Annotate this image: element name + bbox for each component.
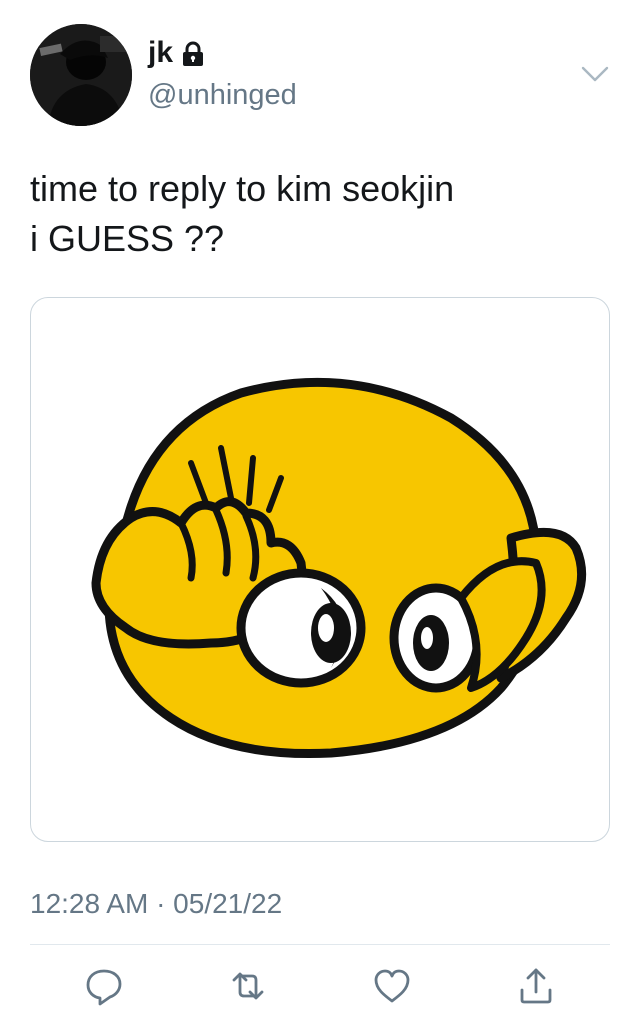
reply-icon: [86, 969, 122, 1006]
tweet-media[interactable]: [30, 297, 610, 842]
tweet-text-line-2: i GUESS ??: [30, 218, 225, 259]
tweet-timestamp[interactable]: 12:28 AM · 05/21/22: [30, 884, 282, 924]
tweet-header: jk @unhinged: [30, 24, 610, 128]
avatar[interactable]: [30, 24, 132, 126]
author-name-row: jk: [148, 36, 205, 70]
like-button[interactable]: [370, 964, 414, 1008]
tweet-text-line-1: time to reply to kim seokjin: [30, 168, 455, 209]
reply-button[interactable]: [82, 964, 126, 1008]
share-icon: [520, 968, 552, 1004]
chevron-down-icon[interactable]: [580, 62, 610, 86]
tweet-text: time to reply to kim seokjin i GUESS ??: [30, 164, 610, 264]
divider: [30, 944, 610, 945]
retweet-icon: [232, 972, 264, 1000]
heart-icon: [374, 969, 410, 1003]
author-handle[interactable]: @unhinged: [148, 78, 297, 112]
retweet-button[interactable]: [226, 964, 270, 1008]
covering-face-emoji: [91, 377, 587, 759]
tweet-actions: [30, 964, 610, 1012]
lock-icon: [183, 41, 204, 66]
share-button[interactable]: [514, 964, 558, 1008]
author-display-name[interactable]: jk: [148, 36, 173, 70]
avatar-photo: [30, 24, 132, 126]
